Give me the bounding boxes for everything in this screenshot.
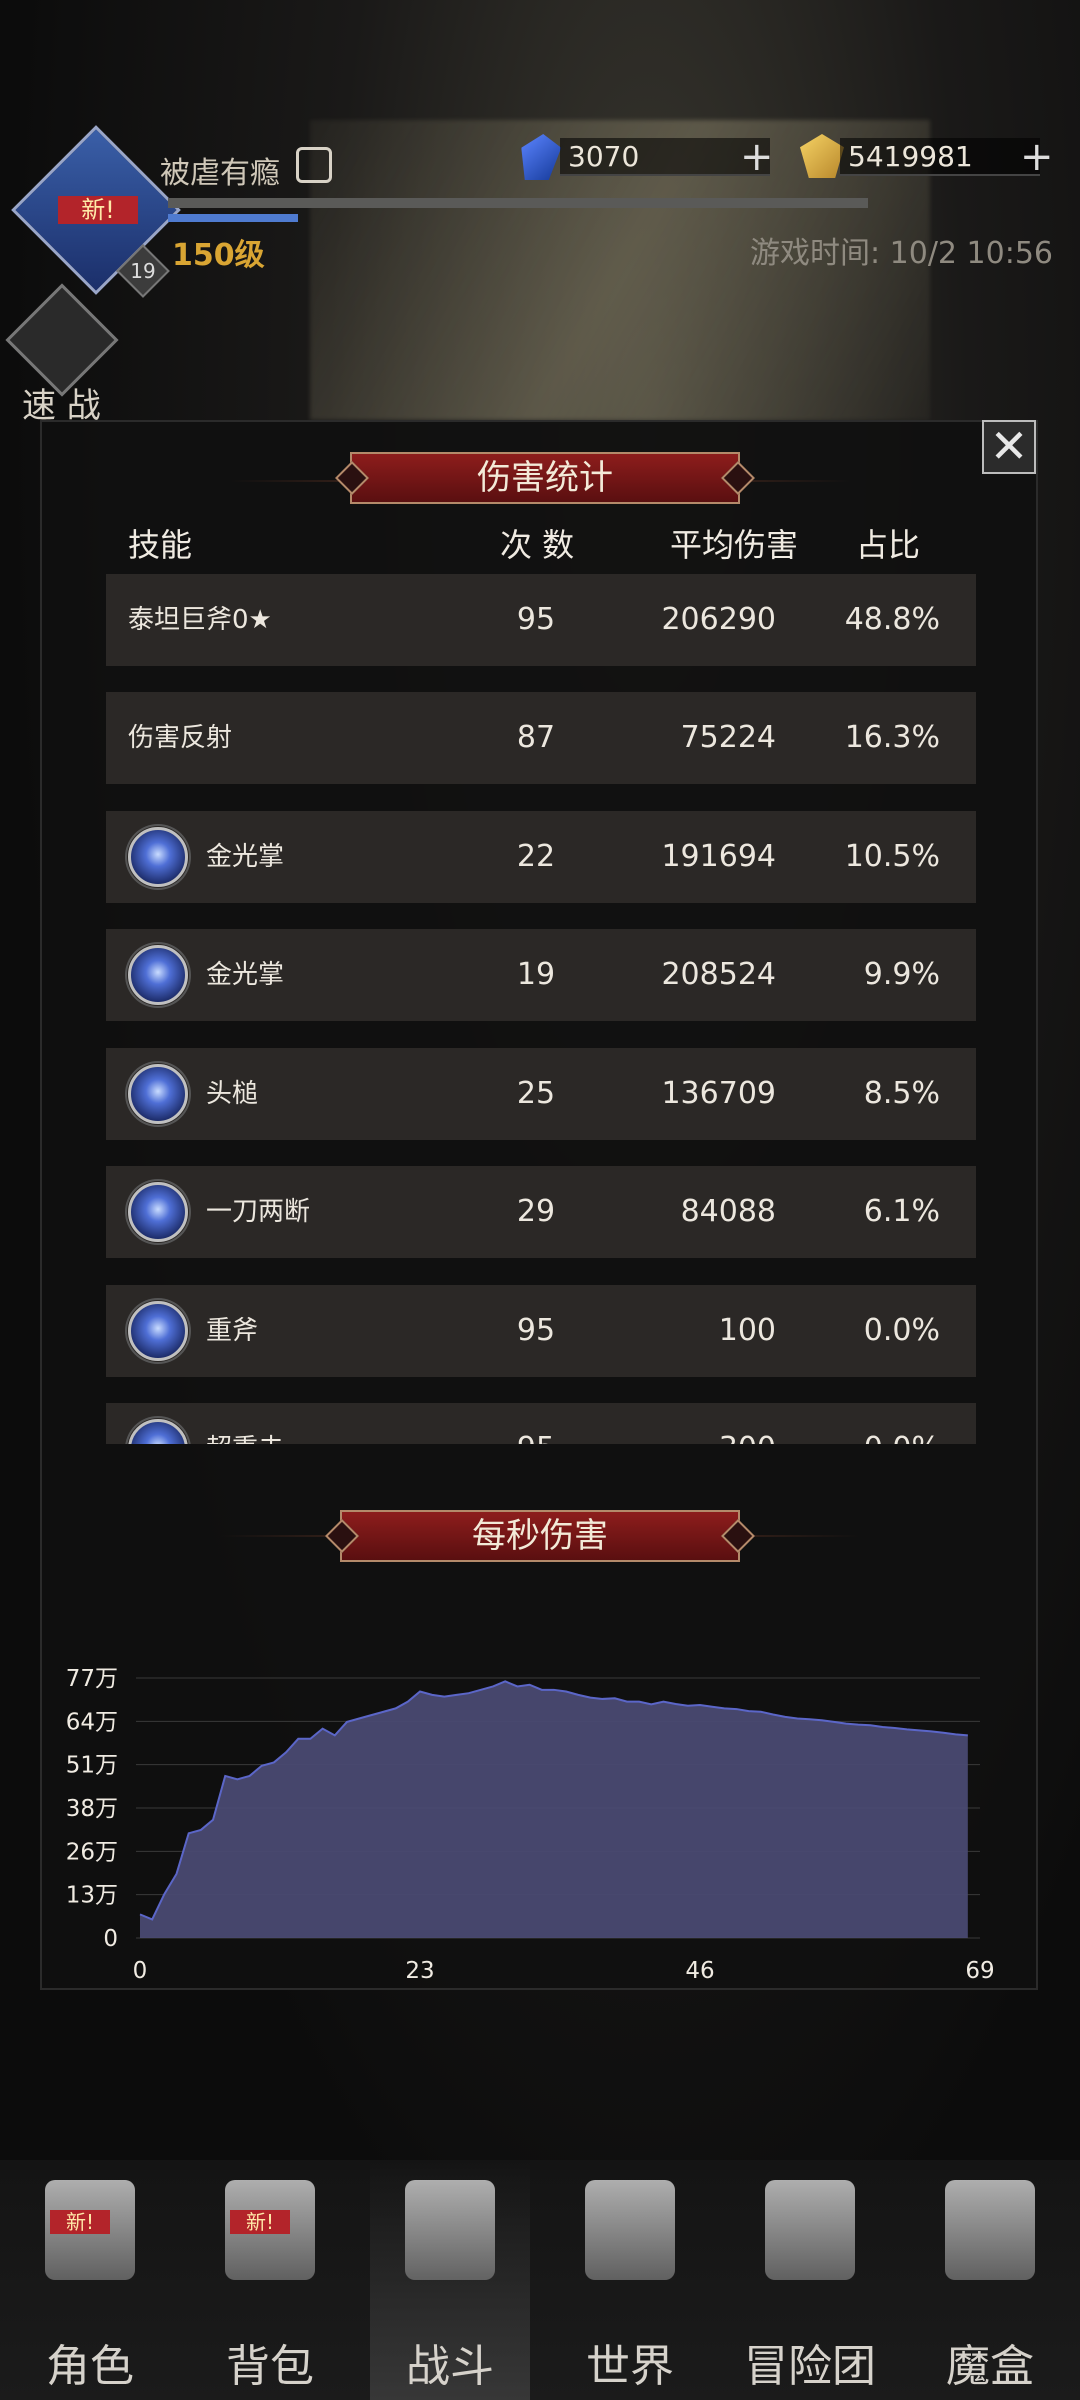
- nav-label: 魔盒: [946, 2341, 1034, 2392]
- skill-name: 泰坦巨斧0★: [128, 605, 272, 635]
- x-tick-label: 0: [133, 1958, 148, 1984]
- y-tick-label: 0: [103, 1926, 118, 1952]
- skill-name: 超重击: [206, 1403, 284, 1444]
- x-tick-label: 23: [405, 1958, 434, 1984]
- list-item: 头槌 25 136709 8.5%: [106, 1048, 976, 1140]
- dps-area: [140, 1681, 968, 1938]
- list-item: 伤害反射 87 75224 16.3%: [106, 692, 976, 784]
- castle-icon: [765, 2180, 855, 2280]
- y-tick-label: 13万: [66, 1883, 118, 1909]
- y-tick-label: 38万: [66, 1796, 118, 1822]
- nav-label: 角色: [46, 2341, 134, 2392]
- damage-percent: 6.1%: [863, 1194, 940, 1229]
- hit-count: 29: [516, 1194, 556, 1229]
- burst-skill-icon: [128, 827, 188, 887]
- xp-bar: [168, 198, 868, 208]
- column-avg-damage: 平均伤害: [670, 526, 799, 564]
- list-item: 重斧 95 100 0.0%: [106, 1285, 976, 1377]
- sword-skill-icon: [128, 1301, 188, 1361]
- hp-bar-fill: [168, 214, 298, 222]
- avatar-new-badge: 新!: [58, 196, 138, 224]
- damage-percent: 16.3%: [844, 720, 940, 755]
- avg-damage: 208524: [661, 957, 776, 992]
- dps-title: 每秒伤害: [340, 1510, 740, 1562]
- player-level: 150级: [172, 238, 265, 273]
- avg-damage: 100: [718, 1313, 776, 1348]
- skill-name: 头槌: [206, 1079, 259, 1109]
- y-tick-label: 64万: [66, 1709, 118, 1735]
- nav-new-badge: 新!: [50, 2210, 110, 2234]
- nav-label: 背包: [226, 2341, 314, 2392]
- player-name: 被虐有瘾: [160, 156, 280, 191]
- list-item: 超重击 95 300 0.0%: [106, 1403, 976, 1444]
- nav-label: 世界: [586, 2341, 674, 2392]
- claw-skill-icon: [128, 1064, 188, 1124]
- nav-magic-box[interactable]: 魔盒: [900, 2160, 1080, 2400]
- x-tick-label: 69: [965, 1958, 994, 1984]
- damage-list[interactable]: 泰坦巨斧0★ 95 206290 48.8% 伤害反射 87 75224 16.…: [106, 574, 976, 1444]
- column-percent: 占比: [856, 526, 921, 564]
- skill-name: 一刀两断: [206, 1197, 311, 1227]
- slash-skill-icon: [128, 1182, 188, 1242]
- list-item: 金光掌 19 208524 9.9%: [106, 929, 976, 1021]
- list-item: 金光掌 22 191694 10.5%: [106, 811, 976, 903]
- avg-damage: 300: [626, 1403, 776, 1444]
- nav-world[interactable]: 世界: [540, 2160, 720, 2400]
- damage-percent: 0.0%: [800, 1403, 940, 1444]
- x-tick-label: 46: [685, 1958, 714, 1984]
- skill-name: 金光掌: [206, 960, 285, 990]
- level-badge-number: 19: [130, 259, 156, 283]
- avg-damage: 206290: [661, 602, 776, 637]
- shield-sword-icon: [405, 2180, 495, 2280]
- column-skill: 技能: [128, 526, 193, 564]
- damage-percent: 8.5%: [863, 1076, 940, 1111]
- add-gems-button[interactable]: +: [740, 137, 774, 177]
- dps-chart: 0 13万 26万 38万 51万 64万 77万 0 23 46 69: [66, 1666, 995, 1984]
- hit-count: 19: [516, 957, 556, 992]
- y-tick-label: 77万: [66, 1666, 118, 1692]
- skill-name: 伤害反射: [128, 723, 233, 753]
- damage-percent: 10.5%: [844, 839, 940, 874]
- skill-name: 重斧: [206, 1316, 259, 1346]
- list-item: 一刀两断 29 84088 6.1%: [106, 1166, 976, 1258]
- burst-skill-icon: [128, 945, 188, 1005]
- nav-battle[interactable]: 战斗: [370, 2160, 530, 2400]
- nav-label: 战斗: [406, 2341, 494, 2392]
- damage-percent: 9.9%: [863, 957, 940, 992]
- bottom-nav: 新! 角色 新! 背包 战斗 世界 冒险团 魔盒: [0, 2160, 1080, 2400]
- hit-count: 87: [516, 720, 556, 755]
- column-count: 次 数: [500, 526, 575, 564]
- damage-stats-title: 伤害统计: [350, 452, 740, 504]
- cube-icon: [945, 2180, 1035, 2280]
- skill-name: 金光掌: [206, 842, 285, 872]
- avg-damage: 136709: [661, 1076, 776, 1111]
- list-item: 泰坦巨斧0★ 95 206290 48.8%: [106, 574, 976, 666]
- game-screen: 新! 19 被虐有瘾 150级 3070 + 5419981 + 游戏时间: 1…: [0, 0, 1080, 2400]
- nav-role[interactable]: 新! 角色: [0, 2160, 180, 2400]
- nav-adventure-team[interactable]: 冒险团: [720, 2160, 900, 2400]
- gold-count: 5419981: [840, 138, 1040, 176]
- nav-new-badge: 新!: [230, 2210, 290, 2234]
- hit-count: 95: [516, 1313, 556, 1348]
- y-tick-label: 51万: [66, 1753, 118, 1779]
- avg-damage: 84088: [680, 1194, 776, 1229]
- gem-count: 3070: [560, 138, 770, 176]
- damage-percent: 0.0%: [863, 1313, 940, 1348]
- add-gold-button[interactable]: +: [1020, 137, 1054, 177]
- avg-damage: 191694: [661, 839, 776, 874]
- nav-label: 冒险团: [744, 2341, 876, 2392]
- hit-count: 95: [516, 602, 556, 637]
- hit-count: 25: [516, 1076, 556, 1111]
- map-scroll-icon: [585, 2180, 675, 2280]
- edit-name-icon[interactable]: [296, 147, 332, 183]
- avg-damage: 75224: [680, 720, 776, 755]
- nav-backpack[interactable]: 新! 背包: [180, 2160, 360, 2400]
- game-time: 游戏时间: 10/2 10:56: [750, 236, 1054, 271]
- hit-count: 95: [496, 1403, 576, 1444]
- close-button[interactable]: ✕: [982, 420, 1036, 474]
- y-tick-label: 26万: [66, 1839, 118, 1865]
- hit-count: 22: [516, 839, 556, 874]
- burst-skill-icon: [128, 1419, 188, 1444]
- damage-percent: 48.8%: [844, 602, 940, 637]
